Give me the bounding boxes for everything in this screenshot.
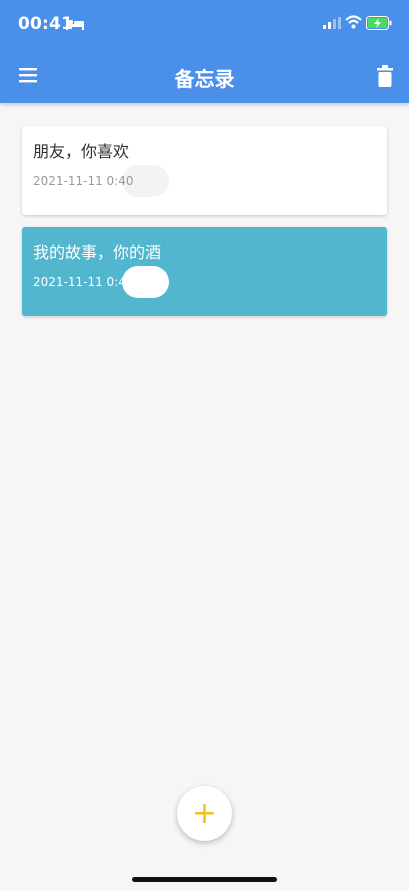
status-bar: 00:41: [0, 0, 409, 50]
add-note-button[interactable]: +: [177, 786, 232, 841]
page-title: 备忘录: [174, 67, 235, 91]
note-card[interactable]: 朋友，你喜欢 2021-11-11 0:40: [22, 126, 387, 215]
bed-icon: [66, 18, 84, 30]
note-title: 我的故事，你的酒: [33, 243, 162, 262]
note-date: 2021-11-11 0:40: [33, 275, 134, 289]
signal-icon: [323, 17, 341, 29]
note-card-selected[interactable]: 我的故事，你的酒 2021-11-11 0:40: [22, 227, 387, 316]
status-time: 00:41: [18, 14, 74, 34]
note-title: 朋友，你喜欢: [33, 142, 130, 161]
note-date: 2021-11-11 0:40: [33, 174, 134, 188]
plus-icon: +: [191, 796, 218, 831]
app-header: 00:41 备忘录: [0, 0, 409, 103]
toolbar: 备忘录: [0, 50, 409, 103]
battery-charging-icon: [366, 16, 392, 30]
trash-icon[interactable]: [372, 61, 398, 91]
home-indicator[interactable]: [132, 877, 277, 882]
wifi-icon: [345, 15, 362, 29]
